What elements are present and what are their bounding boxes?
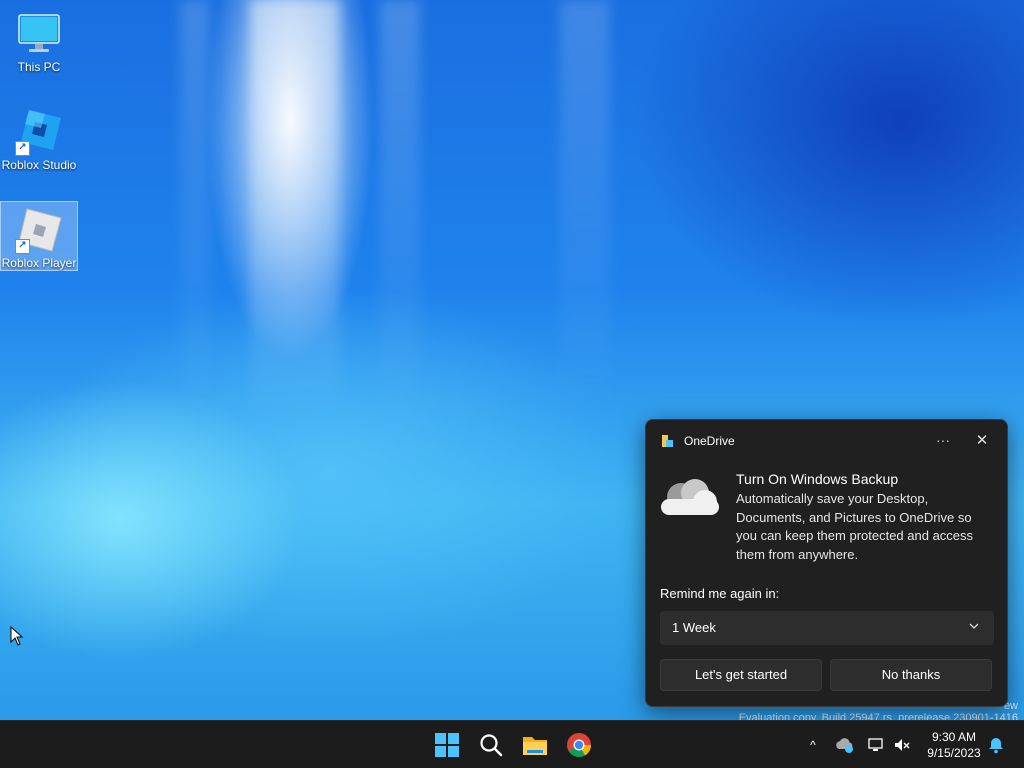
start-icon[interactable] xyxy=(433,731,461,759)
light-ray xyxy=(380,0,420,420)
chevron-down-icon xyxy=(969,623,979,629)
more-options-button[interactable]: ··· xyxy=(932,430,954,452)
toast-title: Turn On Windows Backup xyxy=(736,471,899,487)
remind-label: Remind me again in: xyxy=(660,586,780,601)
monitor-icon xyxy=(15,10,63,58)
onedrive-tray-icon[interactable] xyxy=(835,735,855,755)
clock-time: 9:30 AM xyxy=(931,730,977,744)
network-icon[interactable] xyxy=(866,735,886,755)
onedrive-logo-icon xyxy=(662,435,673,447)
toast-body: Automatically save your Desktop, Documen… xyxy=(736,491,974,562)
roblox-player-icon: ↗ xyxy=(15,206,63,254)
desktop-icon-this-pc[interactable]: This PC xyxy=(1,6,77,74)
file-explorer-icon[interactable] xyxy=(521,731,549,759)
volume-muted-icon[interactable] xyxy=(892,735,912,755)
no-thanks-button[interactable]: No thanks xyxy=(830,659,992,691)
system-clock[interactable]: 9:30 AM 9/15/2023 xyxy=(920,729,988,761)
light-ray xyxy=(180,0,210,420)
desktop-icon-label: Roblox Studio xyxy=(1,158,77,172)
desktop-icon-roblox-studio[interactable]: ↗ Roblox Studio xyxy=(1,104,77,172)
onedrive-notification: OneDrive ··· ✕ Turn On Windows Backup Au… xyxy=(645,419,1008,707)
show-hidden-icons-button[interactable]: ^ xyxy=(803,735,823,755)
cloud-icon xyxy=(661,479,719,515)
light-ray xyxy=(560,0,610,420)
desktop-icon-label: Roblox Player xyxy=(1,256,77,270)
shortcut-arrow-icon: ↗ xyxy=(15,239,30,254)
desktop-icon-label: This PC xyxy=(17,60,61,74)
lets-get-started-button[interactable]: Let's get started xyxy=(660,659,822,691)
toast-app-name: OneDrive xyxy=(684,434,735,448)
notification-bell-icon[interactable] xyxy=(986,735,1006,755)
roblox-studio-icon: ↗ xyxy=(15,108,63,156)
mouse-cursor-icon xyxy=(10,626,24,646)
shortcut-arrow-icon: ↗ xyxy=(15,141,30,156)
remind-dropdown-value: 1 Week xyxy=(672,620,716,635)
chrome-icon[interactable] xyxy=(565,731,593,759)
clock-date: 9/15/2023 xyxy=(927,746,981,760)
search-icon[interactable] xyxy=(477,731,505,759)
remind-dropdown[interactable]: 1 Week xyxy=(660,611,994,645)
close-button[interactable]: ✕ xyxy=(972,430,992,452)
light-ray xyxy=(250,0,340,420)
taskbar: ^ 9:30 AM 9/15/2023 xyxy=(0,720,1024,768)
desktop-icon-roblox-player[interactable]: ↗ Roblox Player xyxy=(0,201,78,271)
